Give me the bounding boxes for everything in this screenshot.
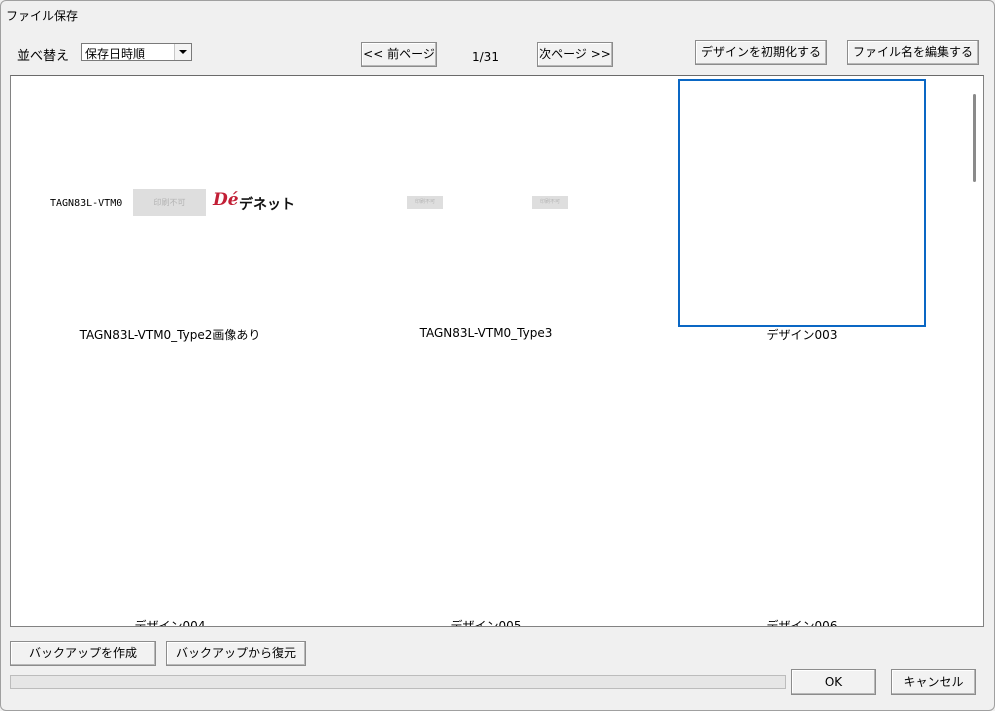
design-name: TAGN83L-VTM0_Type2画像あり — [79, 328, 261, 342]
edit-filename-button[interactable]: ファイル名を編集する — [847, 40, 979, 65]
design-grid: TAGN83L-VTM0 印刷不可 Dé デネット TAGN83L-VTM0_T… — [10, 75, 984, 627]
design-thumbnail[interactable]: 印刷不可 印刷不可 — [370, 79, 618, 327]
preview-box: 印刷不可 — [133, 189, 206, 216]
preview-code-text: TAGN83L-VTM0 — [50, 198, 123, 209]
preview-box: 印刷不可 — [532, 196, 568, 209]
create-backup-button[interactable]: バックアップを作成 — [10, 641, 156, 666]
vertical-scrollbar[interactable] — [966, 76, 983, 626]
design-thumbnail[interactable] — [370, 366, 618, 614]
sort-label: 並べ替え — [17, 49, 70, 64]
restore-backup-button[interactable]: バックアップから復元 — [166, 641, 306, 666]
preview-box: 印刷不可 — [407, 196, 443, 209]
file-save-dialog: ファイル保存 並べ替え 保存日時順 << 前ページ 1/31 次ページ >> デ… — [0, 0, 995, 711]
design-name: TAGN83L-VTM0_Type3 — [419, 326, 553, 340]
reset-design-button[interactable]: デザインを初期化する — [695, 40, 827, 65]
design-thumbnail[interactable] — [678, 366, 926, 614]
design-name: デザイン006 — [766, 619, 838, 627]
design-thumbnail[interactable]: TAGN83L-VTM0 印刷不可 Dé デネット — [50, 79, 303, 327]
logo-name: デネット — [239, 197, 295, 213]
prev-page-button[interactable]: << 前ページ — [361, 42, 437, 67]
sort-select[interactable]: 保存日時順 — [81, 43, 192, 61]
dialog-title: ファイル保存 — [6, 9, 79, 23]
sort-select-value: 保存日時順 — [85, 47, 146, 61]
design-name: デザイン004 — [134, 619, 206, 627]
design-thumbnail[interactable] — [55, 366, 303, 614]
design-thumbnail-selected[interactable] — [678, 79, 926, 327]
progress-bar — [10, 675, 786, 689]
next-page-button[interactable]: 次ページ >> — [537, 42, 613, 67]
scrollbar-thumb[interactable] — [973, 94, 976, 182]
cancel-button[interactable]: キャンセル — [891, 669, 976, 695]
ok-button[interactable]: OK — [791, 669, 876, 695]
design-name: デザイン003 — [766, 328, 838, 342]
denet-logo-icon: Dé — [213, 190, 239, 210]
design-name: デザイン005 — [450, 619, 522, 627]
page-indicator: 1/31 — [472, 50, 499, 64]
chevron-down-icon[interactable] — [174, 44, 191, 60]
